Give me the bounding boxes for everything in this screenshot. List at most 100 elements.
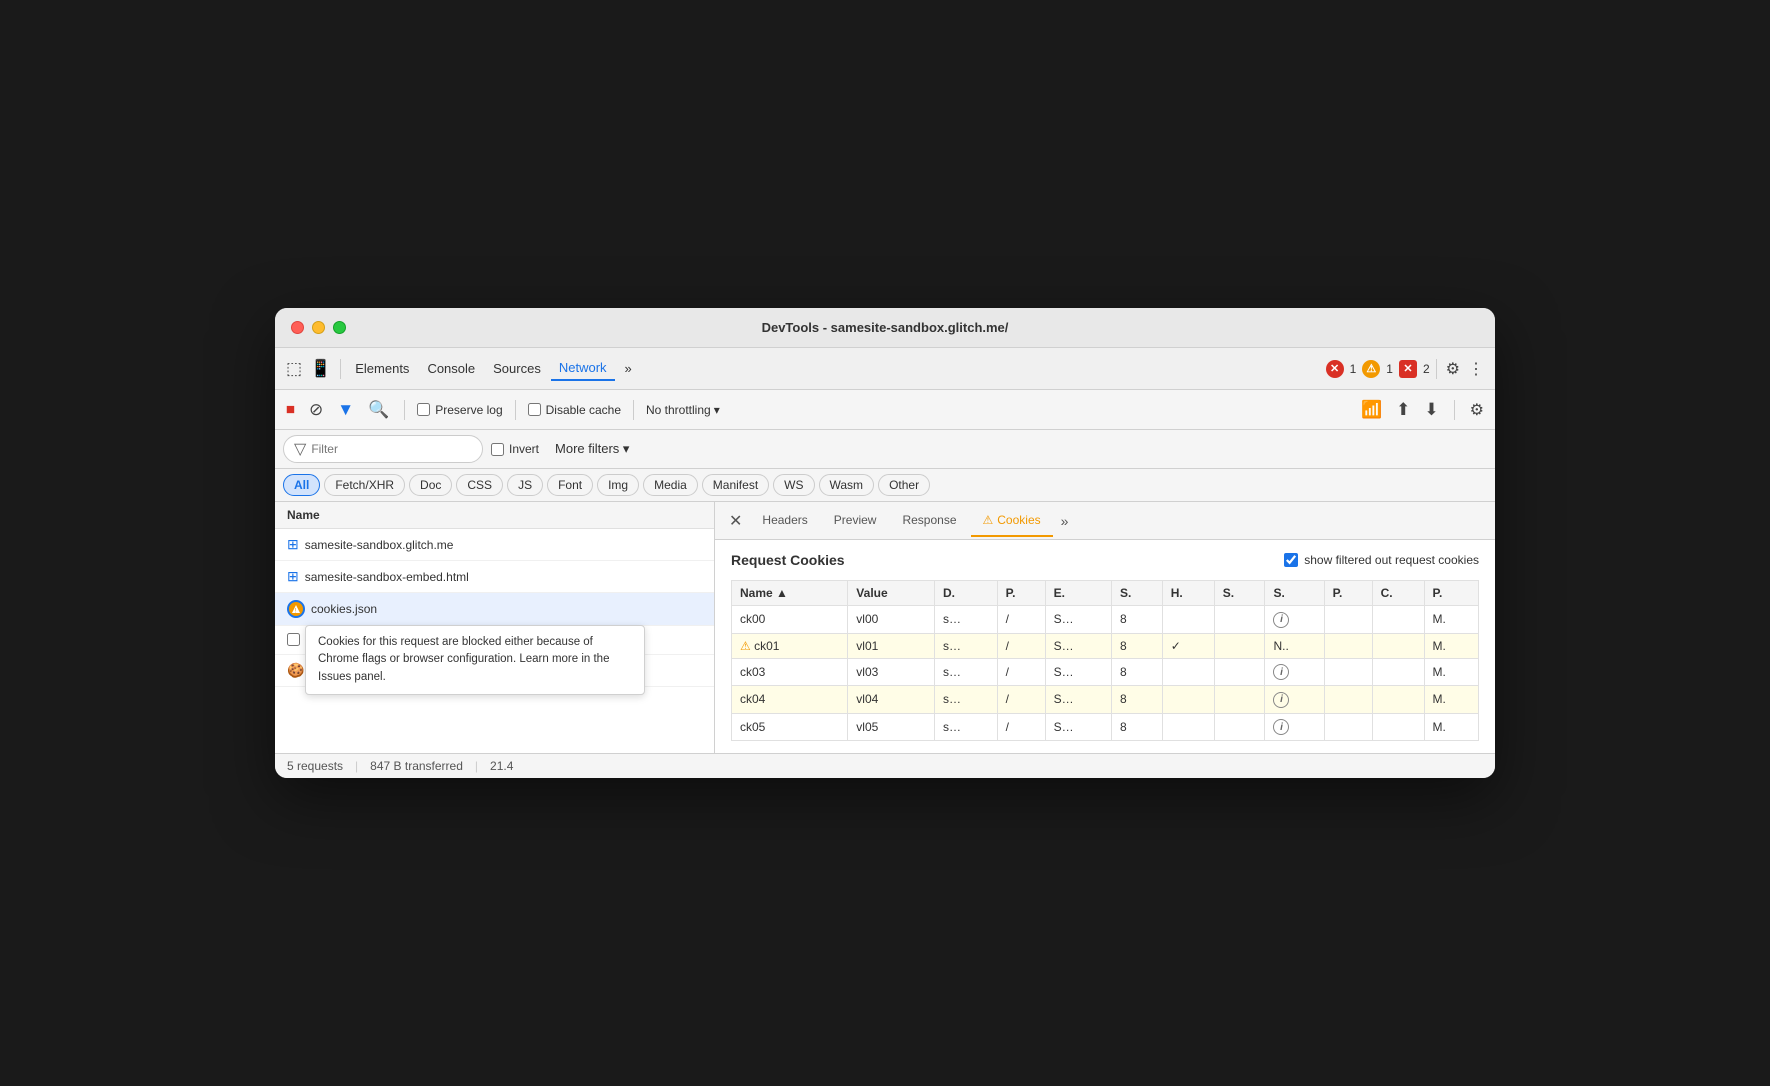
cookie-row-ck05[interactable]: ck05 vl05 s… / S… 8 i M. [732, 713, 1479, 741]
devtools-window: DevTools - samesite-sandbox.glitch.me/ ⬚… [275, 308, 1495, 778]
show-filtered-label[interactable]: show filtered out request cookies [1284, 553, 1479, 567]
filter-button[interactable]: ▼ [334, 397, 357, 423]
samesite-info-icon-ck03[interactable]: i [1273, 664, 1289, 680]
cookie-domain-ck01: s… [934, 633, 997, 658]
cookie-row-ck03[interactable]: ck03 vl03 s… / S… 8 i M. [732, 658, 1479, 686]
device-icon[interactable]: 📱 [307, 356, 334, 382]
file-item-3[interactable]: ! cookies.json Cookies for this request … [275, 593, 714, 626]
close-detail-button[interactable]: ✕ [723, 507, 748, 535]
tab-network[interactable]: Network [551, 356, 615, 381]
col-domain[interactable]: D. [934, 581, 997, 606]
disable-cache-label[interactable]: Disable cache [528, 403, 621, 417]
show-filtered-checkbox[interactable] [1284, 553, 1298, 567]
nt-sep-3 [633, 400, 634, 420]
col-priority[interactable]: P. [1324, 581, 1372, 606]
tab-sources[interactable]: Sources [485, 357, 549, 380]
col-path[interactable]: P. [997, 581, 1045, 606]
cookie-row-ck04[interactable]: ck04 vl04 s… / S… 8 i M. [732, 686, 1479, 714]
checkbox-icon-4[interactable] [287, 633, 300, 646]
more-filters-button[interactable]: More filters ▾ [547, 437, 637, 461]
tab-elements[interactable]: Elements [347, 357, 417, 380]
tab-headers[interactable]: Headers [750, 505, 819, 537]
settings-gear-button[interactable] [1443, 356, 1463, 382]
cookie-name-ck00: ck00 [732, 606, 848, 634]
tab-cookies[interactable]: ⚠ Cookies [971, 505, 1053, 537]
col-expires[interactable]: E. [1045, 581, 1111, 606]
type-filter-other[interactable]: Other [878, 474, 930, 496]
type-filter-img[interactable]: Img [597, 474, 639, 496]
col-secure[interactable]: S. [1214, 581, 1265, 606]
cookie-row-ck01[interactable]: ⚠ ck01 vl01 s… / S… 8 ✓ N.. M. [732, 633, 1479, 658]
disable-cache-text: Disable cache [546, 403, 621, 417]
network-settings-button[interactable] [1467, 397, 1487, 423]
tab-preview[interactable]: Preview [822, 505, 889, 537]
cookie-samesite-ck01: N.. [1265, 633, 1324, 658]
disable-cache-checkbox[interactable] [528, 403, 541, 416]
type-filter-fetch-xhr[interactable]: Fetch/XHR [324, 474, 405, 496]
cookie-partitioned-ck04: M. [1424, 686, 1478, 714]
close-traffic-light[interactable] [291, 321, 304, 334]
cookie-cookieprefixes-ck00 [1372, 606, 1424, 634]
clear-button[interactable]: ⊘ [306, 397, 326, 423]
tab-response[interactable]: Response [890, 505, 968, 537]
cookie-secure-ck03 [1214, 658, 1265, 686]
type-filter-doc[interactable]: Doc [409, 474, 452, 496]
tooltip-box: Cookies for this request are blocked eit… [305, 625, 645, 695]
col-partitioned[interactable]: P. [1424, 581, 1478, 606]
tab-response-label: Response [902, 513, 956, 527]
detail-more-button[interactable]: » [1055, 509, 1075, 533]
window-title: DevTools - samesite-sandbox.glitch.me/ [762, 320, 1009, 335]
cookie-row-ck00[interactable]: ck00 vl00 s… / S… 8 i M. [732, 606, 1479, 634]
samesite-info-icon-ck04[interactable]: i [1273, 692, 1289, 708]
cookie-httponly-ck03 [1162, 658, 1214, 686]
maximize-traffic-light[interactable] [333, 321, 346, 334]
col-samesite[interactable]: S. [1265, 581, 1324, 606]
invert-checkbox[interactable] [491, 443, 504, 456]
requests-count: 5 requests [287, 759, 343, 773]
cookie-secure-ck05 [1214, 713, 1265, 741]
cookie-path-ck00: / [997, 606, 1045, 634]
col-size[interactable]: S. [1111, 581, 1162, 606]
more-options-button[interactable] [1465, 356, 1487, 382]
type-filter-all[interactable]: All [283, 474, 320, 496]
cookies-section: Request Cookies show filtered out reques… [715, 540, 1495, 753]
cookie-samesite-ck04: i [1265, 686, 1324, 714]
type-filter-font[interactable]: Font [547, 474, 593, 496]
upload-icon[interactable]: ⬆ [1393, 397, 1413, 423]
invert-label[interactable]: Invert [491, 442, 539, 456]
type-filter-wasm[interactable]: Wasm [819, 474, 875, 496]
cookie-priority-ck05 [1324, 713, 1372, 741]
stop-recording-button[interactable]: ⏹ [283, 396, 298, 423]
type-filter-ws[interactable]: WS [773, 474, 814, 496]
inspect-icon[interactable]: ⬚ [283, 356, 305, 382]
filter-input[interactable] [311, 442, 461, 456]
samesite-info-icon-ck05[interactable]: i [1273, 719, 1289, 735]
type-filter-js[interactable]: JS [507, 474, 543, 496]
type-filters: All Fetch/XHR Doc CSS JS Font Img Media … [275, 469, 1495, 502]
samesite-info-icon-ck00[interactable]: i [1273, 612, 1289, 628]
invert-text: Invert [509, 442, 539, 456]
cookie-secure-ck00 [1214, 606, 1265, 634]
type-filter-media[interactable]: Media [643, 474, 698, 496]
col-cookieprefixes[interactable]: C. [1372, 581, 1424, 606]
tab-more[interactable]: » [617, 357, 640, 380]
preserve-log-checkbox[interactable] [417, 403, 430, 416]
tab-console[interactable]: Console [419, 357, 483, 380]
type-filter-css[interactable]: CSS [456, 474, 503, 496]
minimize-traffic-light[interactable] [312, 321, 325, 334]
online-icon[interactable]: 📶 [1358, 397, 1385, 423]
col-httponly[interactable]: H. [1162, 581, 1214, 606]
cookie-expires-ck00: S… [1045, 606, 1111, 634]
type-filter-manifest[interactable]: Manifest [702, 474, 769, 496]
file-item-1[interactable]: ⊞ samesite-sandbox.glitch.me [275, 529, 714, 561]
throttle-selector[interactable]: No throttling ▾ [646, 403, 720, 417]
network-toolbar: ⏹ ⊘ ▼ 🔍 Preserve log Disable cache No th… [275, 390, 1495, 430]
download-icon[interactable]: ⬇ [1421, 397, 1441, 423]
preserve-log-label[interactable]: Preserve log [417, 403, 502, 417]
cookie-size-ck00: 8 [1111, 606, 1162, 634]
file-item-2[interactable]: ⊞ samesite-sandbox-embed.html [275, 561, 714, 593]
warning-icon: ⚠ [1362, 360, 1380, 378]
col-value[interactable]: Value [848, 581, 935, 606]
col-name[interactable]: Name ▲ [732, 581, 848, 606]
search-button[interactable]: 🔍 [365, 397, 392, 423]
